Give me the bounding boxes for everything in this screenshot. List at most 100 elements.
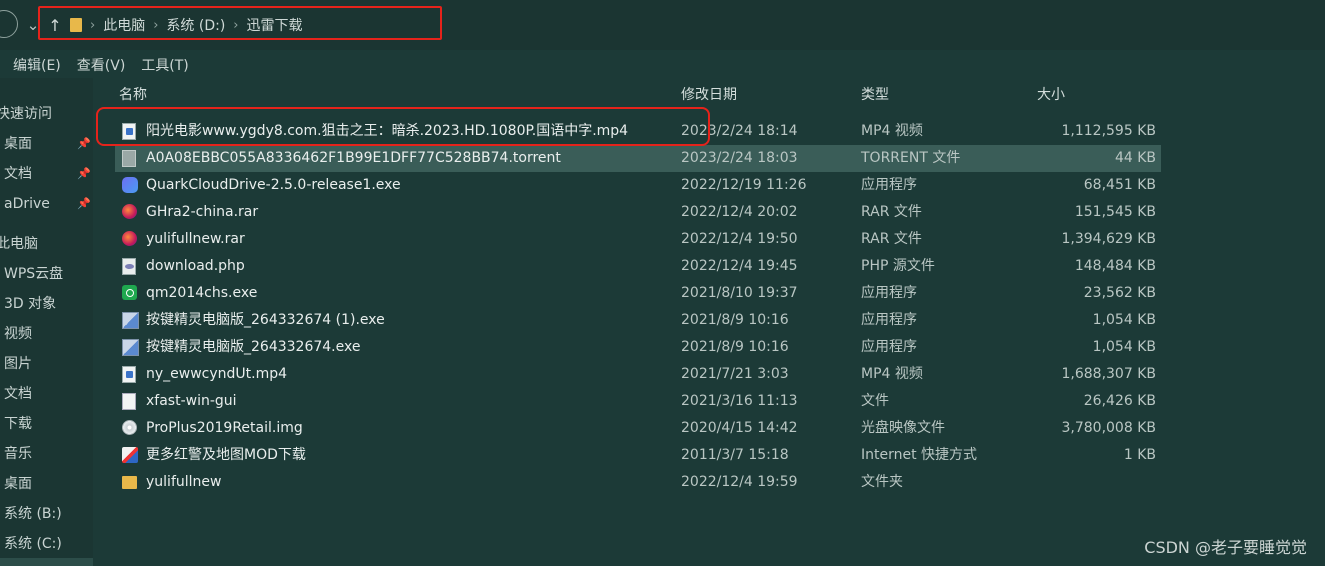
- annotation-box-file: [96, 107, 710, 146]
- column-header-size[interactable]: 大小: [1037, 85, 1065, 105]
- file-date-modified: 2023/2/24 18:03: [681, 150, 798, 166]
- file-name: QuarkCloudDrive-2.5.0-release1.exe: [146, 177, 401, 193]
- pin-icon: 📌: [77, 167, 91, 180]
- sidebar-item-desktop-pinned[interactable]: 桌面: [4, 131, 32, 157]
- back-button[interactable]: [0, 10, 18, 38]
- breadcrumb[interactable]: ↑ › 此电脑 › 系统 (D:) › 迅雷下载: [48, 12, 302, 38]
- file-row[interactable]: ny_ewwcyndUt.mp4 2021/7/21 3:03 MP4 视频 1,68…: [115, 361, 1161, 388]
- breadcrumb-separator-icon: ›: [153, 17, 159, 33]
- torrent-file-icon: [122, 150, 138, 167]
- file-type: Internet 快捷方式: [861, 447, 978, 463]
- sidebar-item-drive-c[interactable]: 系统 (C:): [4, 531, 62, 557]
- file-date-modified: 2021/8/9 10:16: [681, 339, 789, 355]
- file-name: yulifullnew: [146, 474, 222, 490]
- sidebar-item-documents-pinned[interactable]: 文档: [4, 161, 32, 187]
- breadcrumb-separator-icon: ›: [233, 17, 239, 33]
- file-name: ny_ewwcyndUt.mp4: [146, 366, 288, 382]
- pin-icon: 📌: [77, 197, 91, 210]
- file-row[interactable]: ProPlus2019Retail.img 2020/4/15 14:42 光盘映像…: [115, 415, 1161, 442]
- sidebar-item-pictures[interactable]: 图片: [4, 351, 32, 377]
- file-date-modified: 2022/12/4 19:59: [681, 474, 798, 490]
- file-row[interactable]: 按键精灵电脑版_264332674.exe 2021/8/9 10:16 应用程序 1…: [115, 334, 1161, 361]
- file-row[interactable]: download.php 2022/12/4 19:45 PHP 源文件 148,48…: [115, 253, 1161, 280]
- file-name: yulifullnew.rar: [146, 231, 245, 247]
- file-name: ProPlus2019Retail.img: [146, 420, 303, 436]
- sidebar-scrollbar[interactable]: [0, 558, 93, 566]
- file-type: 光盘映像文件: [861, 420, 945, 436]
- rar-archive-icon: [122, 204, 138, 221]
- installer-icon: [122, 339, 139, 356]
- internet-shortcut-icon: [122, 447, 138, 464]
- sidebar-item-adrive[interactable]: aDrive: [4, 191, 50, 217]
- file-type: 应用程序: [861, 312, 917, 328]
- breadcrumb-item-this-pc[interactable]: 此电脑: [103, 15, 145, 35]
- file-row[interactable]: QuarkCloudDrive-2.5.0-release1.exe 2022/1…: [115, 172, 1161, 199]
- file-date-modified: 2021/8/9 10:16: [681, 312, 789, 328]
- file-date-modified: 2022/12/4 20:02: [681, 204, 798, 220]
- file-name: GHra2-china.rar: [146, 204, 259, 220]
- folder-icon: [122, 474, 138, 491]
- menu-edit[interactable]: 编辑(E): [13, 55, 61, 75]
- file-size: 3,780,008 KB: [1061, 420, 1157, 436]
- file-size: 1,112,595 KB: [1061, 123, 1157, 139]
- file-size: 1,054 KB: [1092, 312, 1156, 328]
- file-row[interactable]: 按键精灵电脑版_264332674 (1).exe 2021/8/9 10:16 应…: [115, 307, 1161, 334]
- sidebar-item-music[interactable]: 音乐: [4, 441, 32, 467]
- file-date-modified: 2011/3/7 15:18: [681, 447, 789, 463]
- sidebar-item-documents[interactable]: 文档: [4, 381, 32, 407]
- up-arrow-icon[interactable]: ↑: [48, 16, 62, 35]
- column-header-name[interactable]: 名称: [119, 85, 147, 105]
- sidebar-item-wps-cloud[interactable]: WPS云盘: [4, 261, 63, 287]
- watermark: CSDN @老子要睡觉觉: [1144, 538, 1307, 557]
- php-file-icon: [122, 258, 138, 275]
- sidebar-item-3d-objects[interactable]: 3D 对象: [4, 291, 56, 317]
- file-name: A0A08EBBC055A8336462F1B99E1DFF77C528BB74…: [146, 150, 561, 166]
- file-name: 更多红警及地图MOD下载: [146, 447, 306, 463]
- sidebar-item-quick-access[interactable]: 快速访问: [0, 101, 52, 127]
- breadcrumb-item-drive-d[interactable]: 系统 (D:): [166, 15, 225, 35]
- quark-app-icon: [122, 177, 138, 194]
- menu-view[interactable]: 查看(V): [77, 55, 126, 75]
- file-size: 151,545 KB: [1074, 204, 1156, 220]
- file-row[interactable]: xfast-win-gui 2021/3/16 11:13 文件 26,426 KB: [115, 388, 1161, 415]
- file-type: 文件: [861, 393, 889, 409]
- breadcrumb-separator-icon: ›: [90, 17, 96, 33]
- breadcrumb-item-xunlei-downloads[interactable]: 迅雷下载: [246, 15, 302, 35]
- blank-file-icon: [122, 393, 138, 410]
- file-name: qm2014chs.exe: [146, 285, 258, 301]
- file-date-modified: 2021/3/16 11:13: [681, 393, 798, 409]
- file-row[interactable]: A0A08EBBC055A8336462F1B99E1DFF77C528BB74…: [115, 145, 1161, 172]
- file-size: 26,426 KB: [1083, 393, 1156, 409]
- file-row[interactable]: yulifullnew 2022/12/4 19:59 文件夹: [115, 469, 1161, 496]
- file-size: 1,688,307 KB: [1061, 366, 1157, 382]
- file-size: 1,054 KB: [1092, 339, 1156, 355]
- sidebar-item-downloads[interactable]: 下载: [4, 411, 32, 437]
- file-type: 应用程序: [861, 339, 917, 355]
- installer-icon: [122, 312, 139, 329]
- file-row[interactable]: qm2014chs.exe 2021/8/10 19:37 应用程序 23,562 K…: [115, 280, 1161, 307]
- file-date-modified: 2022/12/4 19:45: [681, 258, 798, 274]
- disc-image-icon: [122, 420, 138, 437]
- sidebar-item-desktop[interactable]: 桌面: [4, 471, 32, 497]
- file-size: 44 KB: [1114, 150, 1156, 166]
- file-type: RAR 文件: [861, 231, 922, 247]
- column-header-date-modified[interactable]: 修改日期: [681, 85, 737, 105]
- file-name: 按键精灵电脑版_264332674 (1).exe: [146, 312, 385, 328]
- column-header-type[interactable]: 类型: [861, 85, 889, 105]
- file-type: MP4 视频: [861, 366, 923, 382]
- pin-icon: 📌: [77, 137, 91, 150]
- file-row[interactable]: GHra2-china.rar 2022/12/4 20:02 RAR 文件 151,…: [115, 199, 1161, 226]
- file-date-modified: 2022/12/19 11:26: [681, 177, 807, 193]
- menu-tools[interactable]: 工具(T): [141, 55, 188, 75]
- sidebar-item-drive-b[interactable]: 系统 (B:): [4, 501, 62, 527]
- sidebar-item-this-pc[interactable]: 此电脑: [0, 231, 38, 257]
- file-type: MP4 视频: [861, 123, 923, 139]
- file-date-modified: 2021/8/10 19:37: [681, 285, 798, 301]
- file-size: 23,562 KB: [1083, 285, 1156, 301]
- file-row[interactable]: 更多红警及地图MOD下载 2011/3/7 15:18 Internet 快捷方式 1…: [115, 442, 1161, 469]
- file-size: 1,394,629 KB: [1061, 231, 1157, 247]
- file-row[interactable]: yulifullnew.rar 2022/12/4 19:50 RAR 文件 1,39…: [115, 226, 1161, 253]
- file-size: 1 KB: [1123, 447, 1156, 463]
- sidebar-item-videos[interactable]: 视频: [4, 321, 32, 347]
- file-type: 文件夹: [861, 474, 903, 490]
